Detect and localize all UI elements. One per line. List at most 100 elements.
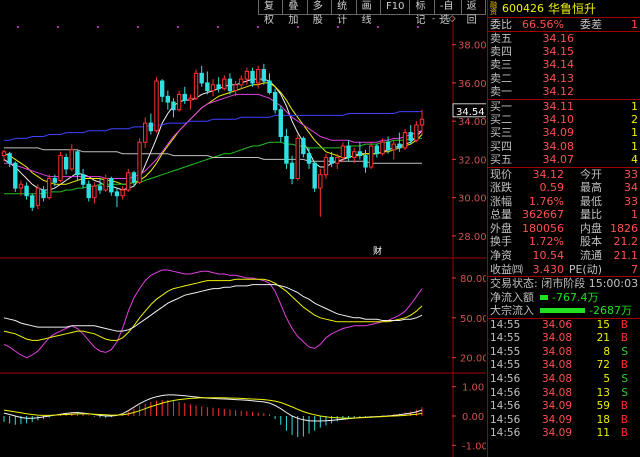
zoom-icon[interactable]: ◇ xyxy=(449,14,459,24)
candle-body xyxy=(402,132,408,149)
oscillator-line xyxy=(3,284,423,332)
current-price-label: 34.54 xyxy=(456,107,485,118)
tick-volume: 13 xyxy=(596,386,610,399)
tick-side: B xyxy=(620,427,628,440)
tick-volume: 21 xyxy=(596,332,610,345)
book-label: 卖五 xyxy=(490,31,512,45)
book-label: 买一 xyxy=(490,99,512,113)
toolbar-button-6[interactable]: 标记 xyxy=(410,0,435,26)
flow-value: -767.4万 xyxy=(552,290,599,304)
candle-body xyxy=(363,155,368,168)
candle-body xyxy=(323,156,329,176)
margin-badge: 融资 xyxy=(490,0,497,16)
asks-row[interactable]: 卖一 34.12 xyxy=(488,85,640,98)
candle-body xyxy=(63,156,69,170)
top-dot-marker xyxy=(377,26,379,28)
bids-row[interactable]: 买三 34.09 1 xyxy=(488,126,640,139)
toolbar-button-3[interactable]: 统计 xyxy=(332,0,357,26)
candle-body xyxy=(397,143,402,149)
price-tick-label: 32.00 xyxy=(458,155,486,166)
candle-body xyxy=(205,82,210,92)
tick-row[interactable]: 14:55 34.08 8 S xyxy=(488,346,640,360)
candle-body xyxy=(52,178,58,183)
toolbar-button-7[interactable]: -自选 xyxy=(434,0,462,26)
asks-row[interactable]: 卖二 34.13 xyxy=(488,72,640,85)
candle-body xyxy=(188,97,193,101)
toolbar-button-8[interactable]: 返回 xyxy=(461,0,487,26)
top-dot-marker xyxy=(257,26,259,28)
osc-tick-label: 80.00 xyxy=(460,274,486,285)
candle-body xyxy=(267,80,272,93)
stock-name[interactable]: 华鲁恒升 xyxy=(548,0,596,17)
tick-time: 14:56 xyxy=(490,400,521,413)
tick-row[interactable]: 14:56 34.08 13 S xyxy=(488,387,640,401)
candle-body xyxy=(216,84,221,90)
toolbar-button-4[interactable]: 画线 xyxy=(356,0,381,26)
tick-row[interactable]: 14:55 34.06 15 B xyxy=(488,319,640,333)
finance-marker-label: 财 xyxy=(373,245,382,257)
tick-row[interactable]: 14:55 34.08 21 B xyxy=(488,332,640,346)
tick-price: 34.08 xyxy=(541,386,572,399)
candle-body xyxy=(272,91,278,111)
candle-body xyxy=(391,143,396,151)
book-price: 34.07 xyxy=(542,153,575,167)
candle-body xyxy=(255,69,261,84)
book-label: 买四 xyxy=(490,139,512,153)
toolbar-button-1[interactable]: 叠加 xyxy=(283,0,308,26)
tick-row[interactable]: 14:55 34.08 72 B xyxy=(488,359,640,373)
quote-value: 1 xyxy=(631,208,638,222)
stock-code[interactable]: 600426 xyxy=(502,2,544,15)
candle-body xyxy=(46,178,52,199)
tick-row[interactable]: 14:56 34.08 5 S xyxy=(488,373,640,387)
price-tick-label: 36.00 xyxy=(458,79,486,90)
quote-value: 7 xyxy=(631,262,638,276)
candle-body xyxy=(352,151,357,158)
toolbar-button-2[interactable]: 多股 xyxy=(307,0,333,26)
bids-row[interactable]: 买二 34.10 2 xyxy=(488,113,640,126)
money-flow: 净流入额 -767.4万 大宗流入 -2687万 xyxy=(488,291,640,319)
quote-value: 21.1 xyxy=(613,249,639,263)
tick-row[interactable]: 14:56 34.09 59 B xyxy=(488,400,640,414)
candle-body xyxy=(103,178,108,191)
chart-area[interactable]: 38.00 36.00 34.00 32.00 30.00 28.00 34.54 财 80.0… xyxy=(0,0,487,457)
bids-row[interactable]: 买五 34.07 4 xyxy=(488,153,640,166)
candle-body xyxy=(222,78,227,90)
tick-price: 34.06 xyxy=(541,318,572,331)
osc-tick-label: 20.00 xyxy=(460,354,486,365)
macd-tick-label: 1.00 xyxy=(462,383,484,394)
bids-row[interactable]: 买四 34.08 1 xyxy=(488,140,640,153)
quote-value: 21.2 xyxy=(613,235,639,249)
asks-row[interactable]: 卖四 34.15 xyxy=(488,45,640,58)
book-price: 34.09 xyxy=(542,126,575,140)
candle-body xyxy=(182,93,187,101)
tick-time: 14:55 xyxy=(490,345,521,358)
tick-time: 14:55 xyxy=(490,332,521,345)
asks-row[interactable]: 卖五 34.16 xyxy=(488,32,640,45)
candle-body xyxy=(109,178,114,193)
tick-row[interactable]: 14:56 34.09 18 B xyxy=(488,414,640,428)
candle-body xyxy=(284,135,289,164)
candle-body xyxy=(18,183,24,189)
book-qty xyxy=(574,58,640,71)
tick-side: S xyxy=(621,345,628,358)
book-label: 卖一 xyxy=(490,85,512,99)
tick-list[interactable]: 14:55 34.06 15 B 14:55 34.08 21 B 14:55 34.08 8 S 14… xyxy=(488,319,640,441)
quote-panel: 融资 600426 华鲁恒升 委比 66.56% 委差 1 卖五 34.16 卖四 3… xyxy=(487,0,640,457)
asks-row[interactable]: 卖三 34.14 xyxy=(488,58,640,71)
book-label: 买二 xyxy=(490,112,512,126)
bids-row[interactable]: 买一 34.11 1 xyxy=(488,100,640,113)
tick-row[interactable]: 14:56 34.09 11 B xyxy=(488,427,640,441)
quote-label: 现价 xyxy=(490,167,512,181)
toolbar-button-5[interactable]: F10 xyxy=(380,0,411,15)
quote-value: 10.54 xyxy=(532,249,565,263)
charts-canvas[interactable]: 38.00 36.00 34.00 32.00 30.00 28.00 34.54 财 80.0… xyxy=(0,0,486,457)
macd-tick-label: 0.00 xyxy=(462,412,484,423)
quote-value: 34.12 xyxy=(532,167,565,181)
plus-icon[interactable]: + xyxy=(438,14,449,24)
ask-book: 卖五 34.16 卖四 34.15 卖三 34.14 卖二 34.13 卖一 34.12 xyxy=(488,32,640,100)
tick-volume: 15 xyxy=(596,318,610,331)
book-qty: 1 xyxy=(631,126,638,140)
panel-controls[interactable]: -+◇ xyxy=(432,14,459,24)
flow-value: -2687万 xyxy=(589,304,632,318)
toolbar-button-0[interactable]: 复权 xyxy=(258,0,284,26)
